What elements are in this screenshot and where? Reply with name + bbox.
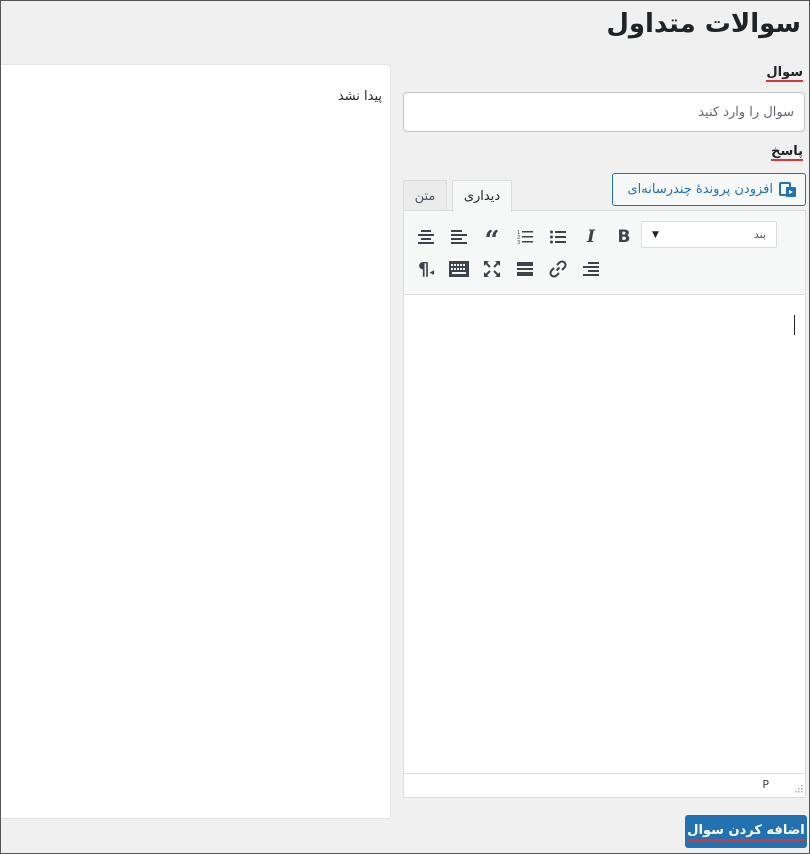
italic-icon: I <box>587 227 595 247</box>
link-button[interactable] <box>544 255 572 283</box>
rtl-paragraph-button[interactable]: ¶◂ <box>412 255 440 283</box>
answer-label-text: پاسخ <box>771 144 803 161</box>
blockquote-button[interactable]: “ <box>478 223 506 256</box>
add-media-button[interactable]: افزودن پروندهٔ چندرسانه‌ای <box>612 173 806 206</box>
fullscreen-icon <box>484 261 500 277</box>
editor-toolbar: بند ▼ B I 1 2 3 “ ¶◂ <box>404 211 805 295</box>
bold-icon: B <box>617 227 631 247</box>
add-media-icon <box>779 181 796 197</box>
tab-text-label: متن <box>414 188 436 204</box>
question-label: سوال <box>766 65 803 82</box>
tab-visual-label: دیداری <box>463 189 501 204</box>
align-center-button[interactable] <box>412 223 440 251</box>
add-media-label: افزودن پروندهٔ چندرسانه‌ای <box>627 182 774 197</box>
align-right-icon <box>583 262 599 276</box>
svg-text:3: 3 <box>517 240 520 245</box>
fullscreen-button[interactable] <box>478 255 506 283</box>
element-path[interactable]: P <box>762 778 769 791</box>
question-input[interactable] <box>403 92 805 132</box>
align-center-icon <box>418 230 434 244</box>
rtl-paragraph-icon: ¶◂ <box>418 258 434 280</box>
blockquote-icon: “ <box>484 226 500 256</box>
bold-button[interactable]: B <box>610 223 638 251</box>
answer-editor: بند ▼ B I 1 2 3 “ ¶◂ P <box>403 210 806 798</box>
add-question-button[interactable]: اضافه کردن سوال <box>685 815 807 848</box>
empty-list-text: پیدا نشد <box>337 89 382 104</box>
editor-statusbar: P <box>404 773 805 797</box>
bullet-list-icon <box>550 230 566 244</box>
more-tag-icon <box>517 262 533 276</box>
numbered-list-icon: 1 2 3 <box>517 230 533 245</box>
tab-visual[interactable]: دیداری <box>452 180 512 212</box>
tab-text[interactable]: متن <box>403 180 447 211</box>
editor-content-area[interactable] <box>404 295 805 773</box>
question-label-text: سوال <box>766 65 803 82</box>
align-right-button[interactable] <box>577 255 605 283</box>
bullet-list-button[interactable] <box>544 223 572 251</box>
resize-handle-icon[interactable] <box>793 785 803 795</box>
more-tag-button[interactable] <box>511 255 539 283</box>
italic-button[interactable]: I <box>577 223 605 251</box>
align-left-icon <box>451 230 467 244</box>
text-caret <box>794 315 795 335</box>
faq-list-panel: پیدا نشد <box>1 64 391 819</box>
format-select[interactable]: بند ▼ <box>641 221 777 248</box>
format-select-value: بند <box>753 228 766 241</box>
align-left-button[interactable] <box>445 223 473 251</box>
chevron-down-icon: ▼ <box>652 229 659 240</box>
add-question-label: اضافه کردن سوال <box>687 823 805 841</box>
link-icon <box>549 260 567 278</box>
toolbar-toggle-button[interactable] <box>445 255 473 283</box>
toolbar-toggle-icon <box>449 261 469 277</box>
numbered-list-button[interactable]: 1 2 3 <box>511 223 539 251</box>
page-title: سوالات متداول <box>606 9 801 39</box>
answer-label: پاسخ <box>771 144 803 161</box>
